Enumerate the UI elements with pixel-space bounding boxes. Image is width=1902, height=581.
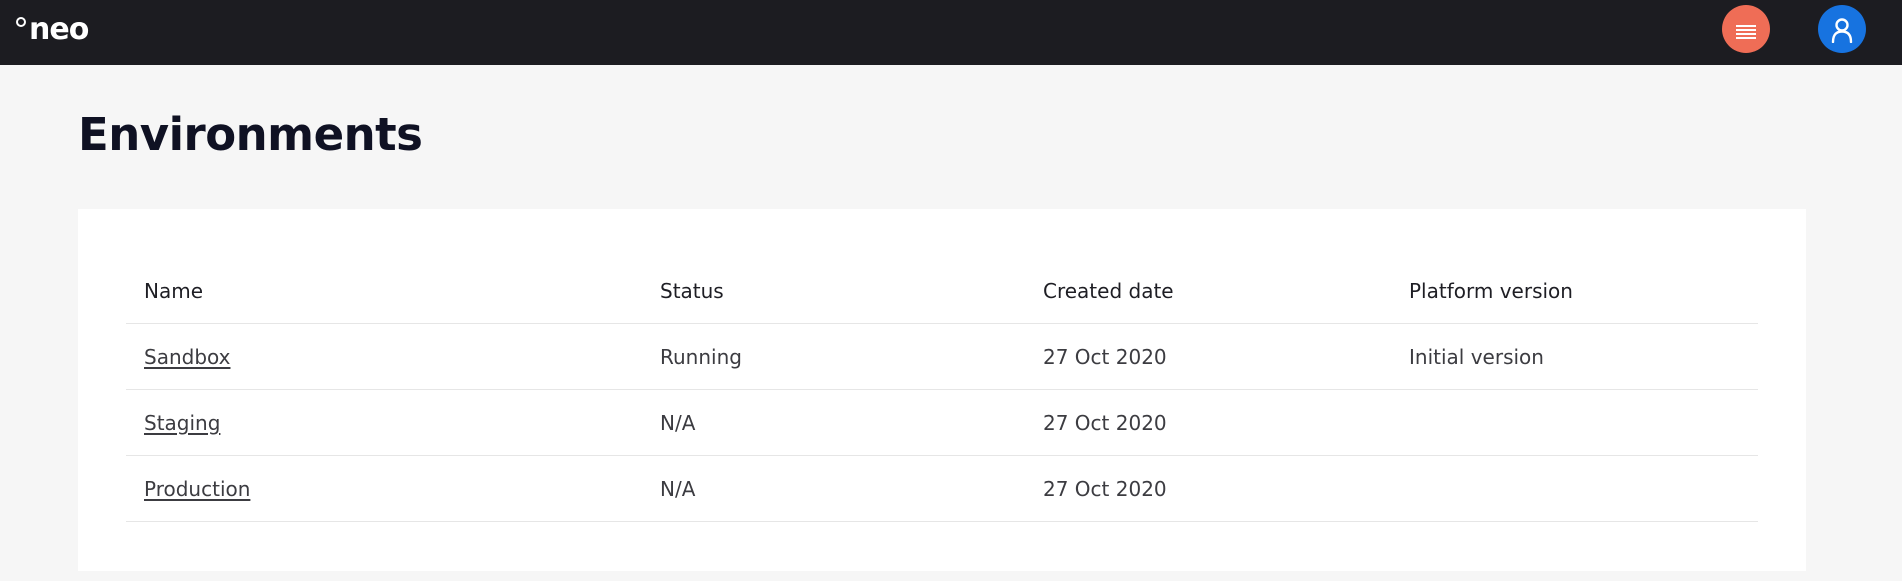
column-header-status: Status: [642, 259, 1025, 324]
cell-platform-version: [1391, 455, 1758, 522]
cell-created-date: 27 Oct 2020: [1025, 323, 1391, 390]
neo-logo[interactable]: neo: [16, 12, 89, 48]
environment-link-production[interactable]: Production: [144, 477, 250, 501]
cell-name: Staging: [126, 389, 642, 456]
cell-platform-version: [1391, 389, 1758, 456]
hamburger-menu-icon: [1736, 25, 1756, 41]
user-icon: [1831, 18, 1853, 43]
logo-text: neo: [29, 12, 89, 47]
cell-platform-version: Initial version: [1391, 323, 1758, 390]
cell-name: Production: [126, 455, 642, 522]
environments-card: Name Status Created date Platform versio…: [78, 209, 1806, 571]
page-title: Environments: [78, 108, 423, 161]
column-header-name: Name: [126, 259, 642, 324]
top-navigation-bar: neo: [0, 0, 1902, 65]
logo-degree-mark: [16, 17, 26, 27]
cell-created-date: 27 Oct 2020: [1025, 389, 1391, 456]
table-row: Staging N/A 27 Oct 2020: [126, 389, 1758, 456]
cell-created-date: 27 Oct 2020: [1025, 455, 1391, 522]
cell-name: Sandbox: [126, 323, 642, 390]
cell-status: Running: [642, 323, 1025, 390]
user-account-button[interactable]: [1818, 5, 1866, 53]
table-header-row: Name Status Created date Platform versio…: [126, 259, 1758, 324]
cell-status: N/A: [642, 455, 1025, 522]
table-row: Sandbox Running 27 Oct 2020 Initial vers…: [126, 323, 1758, 390]
menu-button[interactable]: [1722, 5, 1770, 53]
column-header-platform-version: Platform version: [1391, 259, 1758, 324]
column-header-created-date: Created date: [1025, 259, 1391, 324]
table-row: Production N/A 27 Oct 2020: [126, 455, 1758, 522]
environment-link-staging[interactable]: Staging: [144, 411, 220, 435]
environment-link-sandbox[interactable]: Sandbox: [144, 345, 230, 369]
cell-status: N/A: [642, 389, 1025, 456]
environments-table: Name Status Created date Platform versio…: [126, 259, 1758, 522]
